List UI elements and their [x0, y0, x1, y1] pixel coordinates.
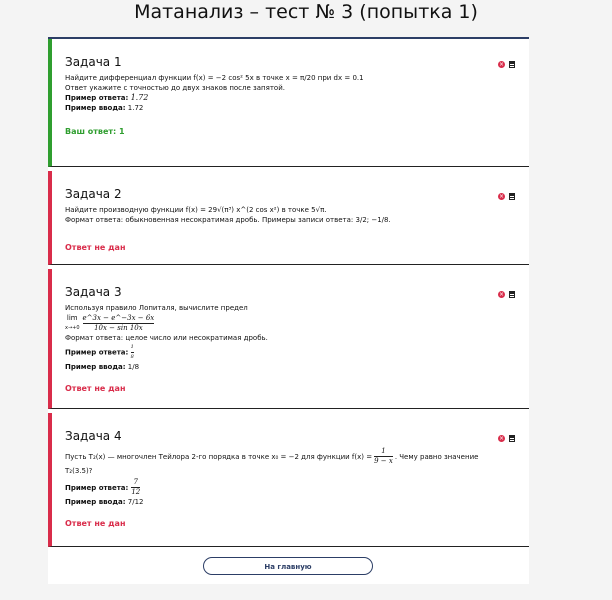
tasks-container: × Задача 1 Найдите дифференциал функции … [48, 37, 529, 584]
task-text: Пусть T₂(x) — многочлен Тейлора 2-го пор… [65, 452, 373, 461]
result-text: Ответ не дан [65, 384, 126, 393]
task-title: Задача 1 [65, 55, 122, 69]
document-icon[interactable] [509, 291, 515, 298]
limit-denominator: 10x − sin 10x [82, 322, 155, 333]
example-answer-label: Пример ответа: [65, 94, 129, 102]
task-text: Найдите производную функции f(x) = 29√(π… [65, 206, 327, 214]
home-button[interactable]: На главную [203, 557, 373, 575]
example-input-label: Пример ввода: [65, 104, 126, 112]
example-input-value: 1/8 [127, 363, 140, 371]
task-card-4: × Задача 4 Пусть T₂(x) — многочлен Тейло… [48, 413, 529, 547]
limit-subscript: x→+0 [65, 325, 80, 331]
task-title: Задача 4 [65, 429, 122, 443]
example-answer-denominator: 8 [130, 352, 134, 360]
task-actions: × [498, 193, 515, 200]
limit-numerator: e^3x − e^−3x − 6x [82, 313, 155, 322]
task-text: Формат ответа: целое число или несократи… [65, 334, 268, 342]
document-icon[interactable] [509, 435, 515, 442]
task-text: Ответ укажите с точностью до двух знаков… [65, 84, 285, 92]
task-card-3: × Задача 3 Используя правило Лопиталя, в… [48, 269, 529, 409]
close-icon[interactable]: × [498, 291, 505, 298]
result-text: Ваш ответ: 1 [65, 127, 125, 136]
task-text: . Чему равно значение [394, 452, 479, 461]
task-text: Формат ответа: обыкновенная несократимая… [65, 216, 391, 224]
example-answer-label: Пример ответа: [65, 483, 129, 492]
task-text: Найдите дифференциал функции f(x) = −2 c… [65, 74, 364, 82]
task-card-2: × Задача 2 Найдите производную функции f… [48, 171, 529, 265]
limit-word: lim [66, 314, 78, 322]
close-icon[interactable]: × [498, 61, 505, 68]
task-title: Задача 3 [65, 285, 122, 299]
document-icon[interactable] [509, 193, 515, 200]
example-input-label: Пример ввода: [65, 363, 126, 371]
close-icon[interactable]: × [498, 435, 505, 442]
footer: На главную [48, 551, 529, 584]
task-text: T₂(3.5)? [65, 467, 93, 475]
task-title: Задача 2 [65, 187, 122, 201]
task-text: Используя правило Лопиталя, вычислите пр… [65, 304, 248, 312]
document-icon[interactable] [509, 61, 515, 68]
page-title: Матанализ – тест № 3 (попытка 1) [134, 1, 478, 23]
function-denominator: 9 − x [374, 456, 393, 465]
close-icon[interactable]: × [498, 193, 505, 200]
function-numerator: 1 [381, 447, 386, 455]
example-answer-numerator: 7 [133, 478, 139, 486]
example-input-value: 1.72 [127, 104, 144, 112]
limit-expression: lim x→+0 e^3x − e^−3x − 6x 10x − sin 10x [65, 313, 521, 333]
task-actions: × [498, 61, 515, 68]
example-input-value: 7/12 [127, 498, 144, 506]
task-actions: × [498, 291, 515, 298]
example-input-label: Пример ввода: [65, 498, 126, 506]
example-answer-value: 1.72 [130, 93, 149, 102]
example-answer-label: Пример ответа: [65, 348, 129, 357]
task-actions: × [498, 435, 515, 442]
task-card-1: × Задача 1 Найдите дифференциал функции … [48, 39, 529, 167]
result-text: Ответ не дан [65, 519, 126, 528]
example-answer-denominator: 12 [131, 487, 141, 496]
result-text: Ответ не дан [65, 243, 126, 252]
example-answer-numerator: 1 [130, 344, 134, 350]
